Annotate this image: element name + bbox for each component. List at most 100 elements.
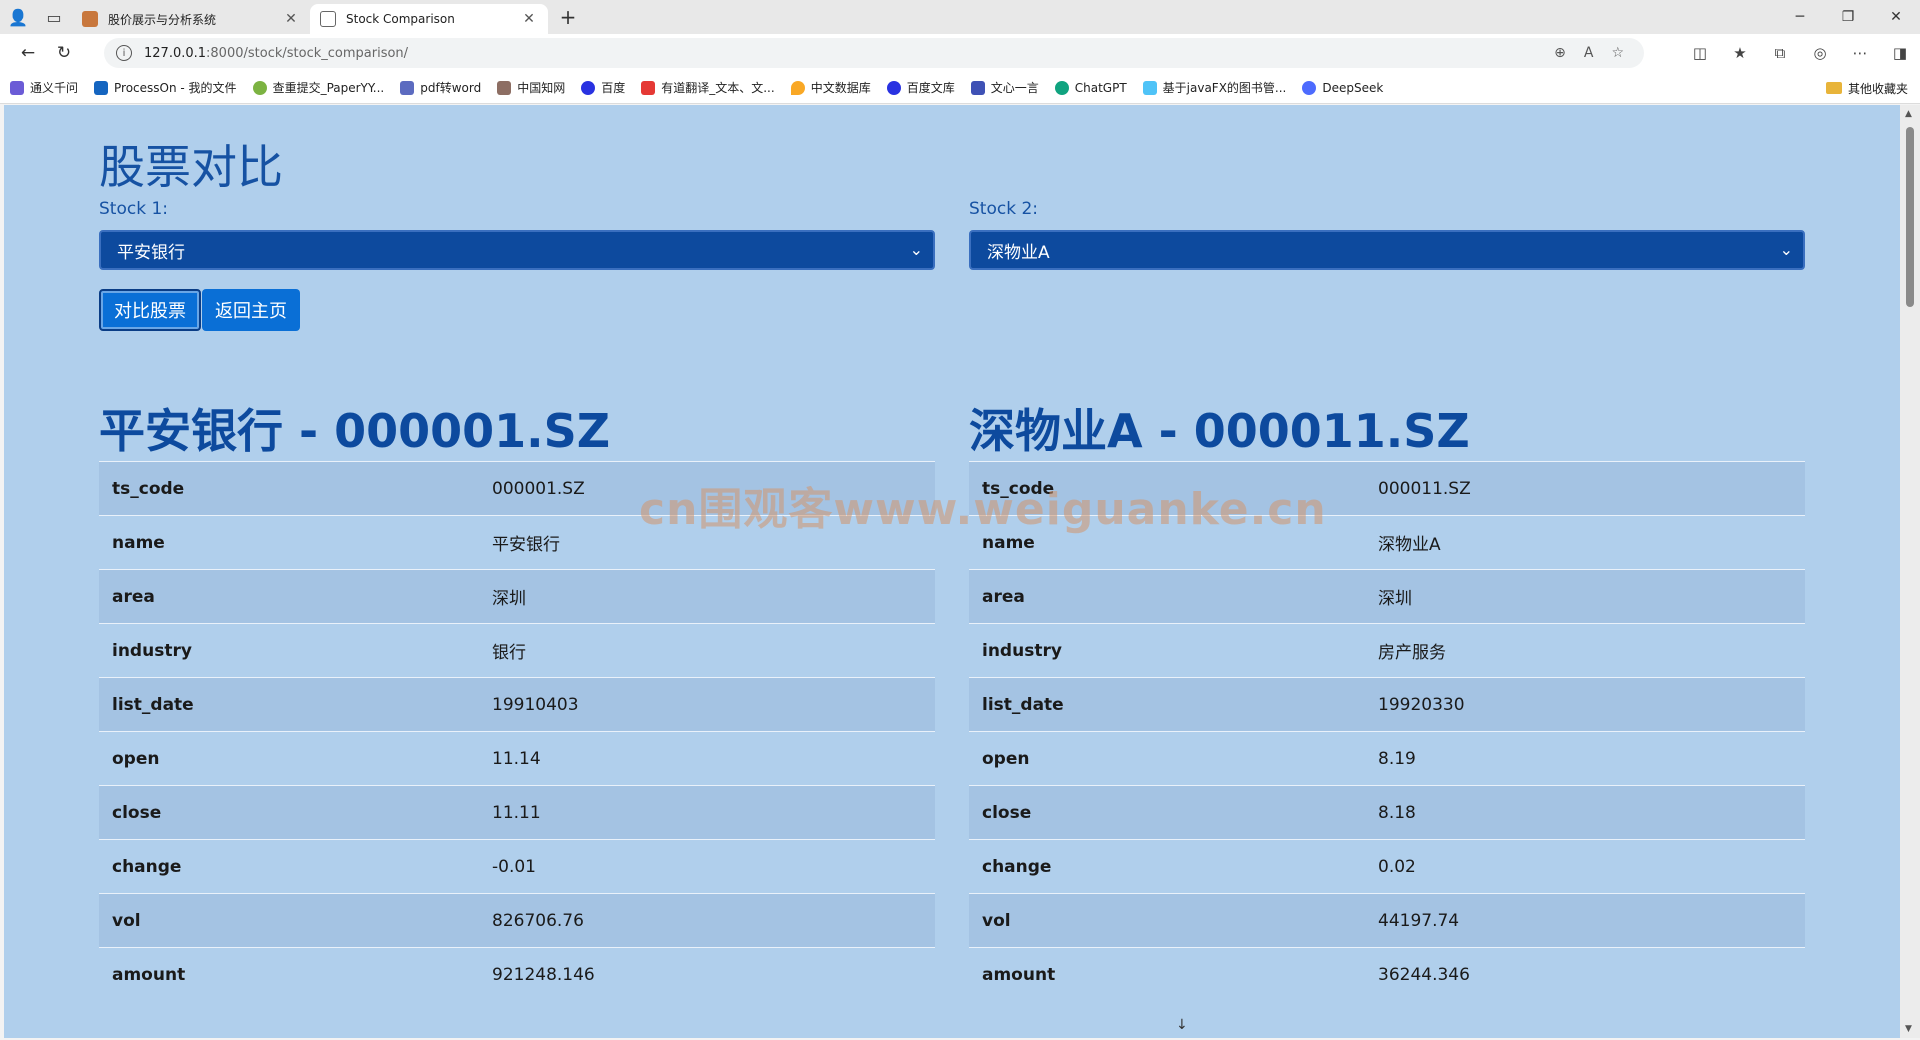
favorites-icon[interactable]: ★ — [1720, 44, 1760, 62]
table-row: amount 36244.346 — [969, 947, 1805, 1002]
bookmark-item[interactable]: 通义千问 — [10, 79, 78, 96]
table-row: change -0.01 — [99, 839, 935, 894]
window-controls: ─ ❐ ✕ — [1776, 0, 1920, 34]
field-key: change — [982, 856, 1052, 877]
scroll-up-icon[interactable]: ▲ — [1905, 109, 1912, 119]
read-aloud-icon[interactable]: A — [1584, 45, 1594, 61]
watermark: cn围观客www.weiguanke.cn — [639, 484, 1327, 535]
stock1-select[interactable]: 平安银行 ⌄ — [99, 230, 935, 270]
scrollbar-thumb[interactable] — [1906, 127, 1914, 307]
sidebar-icon[interactable]: ◨ — [1880, 44, 1920, 62]
back-home-button[interactable]: 返回主页 — [202, 289, 300, 331]
reload-icon[interactable]: ↻ — [46, 36, 82, 70]
close-window-icon[interactable]: ✕ — [1872, 0, 1920, 34]
bookmark-icon — [10, 80, 24, 95]
field-value: 8.19 — [1378, 748, 1416, 769]
url-text: 127.0.0.1:8000/stock/stock_comparison/ — [144, 45, 409, 61]
stock2-table: ts_code 000011.SZ name 深物业A area 深圳 industr… — [969, 461, 1805, 1002]
bookmark-item[interactable]: 有道翻译_文本、文... — [641, 79, 775, 96]
browser-toolbar: ← ↻ i 127.0.0.1:8000/stock/stock_compari… — [0, 34, 1920, 72]
field-key: open — [982, 748, 1030, 769]
bookmark-icon — [970, 80, 985, 95]
stock2-select[interactable]: 深物业A ⌄ — [969, 230, 1805, 270]
scroll-down-icon[interactable]: ▼ — [1905, 1024, 1912, 1034]
other-bookmarks[interactable]: 其他收藏夹 — [1825, 72, 1908, 104]
table-row: list_date 19920330 — [969, 677, 1805, 732]
table-row: close 11.11 — [99, 785, 935, 840]
bookmark-item[interactable]: ProcessOn - 我的文件 — [94, 79, 237, 96]
profile-icon[interactable]: 👤 — [0, 0, 36, 34]
tab-actions-icon[interactable]: ▭ — [36, 0, 72, 34]
tab-stock-comparison[interactable]: Stock Comparison ✕ — [310, 4, 548, 34]
page-scrollbar[interactable]: ▲ ▼ — [1900, 105, 1920, 1038]
field-key: change — [112, 856, 182, 877]
close-tab-icon[interactable]: ✕ — [520, 11, 538, 27]
bookmark-item[interactable]: pdf转word — [400, 79, 481, 96]
field-key: close — [112, 802, 162, 823]
table-row: open 8.19 — [969, 731, 1805, 786]
field-key: area — [982, 586, 1025, 607]
bookmark-icon — [886, 80, 901, 95]
field-value: 0.02 — [1378, 856, 1416, 877]
compare-stocks-button[interactable]: 对比股票 — [99, 289, 201, 331]
collections-icon[interactable]: ⧉ — [1760, 44, 1800, 62]
page-title: 股票对比 — [99, 140, 283, 194]
table-row: list_date 19910403 — [99, 677, 935, 732]
split-screen-icon[interactable]: ◫ — [1680, 44, 1720, 62]
bookmark-icon — [790, 80, 805, 95]
stock1-selected-value: 平安银行 — [117, 242, 185, 263]
bookmark-item[interactable]: 文心一言 — [970, 79, 1039, 96]
stock2-label: Stock 2: — [969, 199, 1038, 219]
chevron-down-icon: ⌄ — [909, 240, 923, 259]
bookmark-item[interactable]: 百度文库 — [886, 79, 955, 96]
extensions-icon[interactable]: ◎ — [1800, 44, 1840, 62]
bookmark-icon — [641, 80, 656, 95]
bookmark-item[interactable]: 基于javaFX的图书管... — [1142, 79, 1286, 96]
bookmark-item[interactable]: 中文数据库 — [790, 79, 871, 96]
back-arrow-icon[interactable]: ← — [10, 36, 46, 70]
close-tab-icon[interactable]: ✕ — [282, 11, 300, 27]
favorite-star-icon[interactable]: ☆ — [1611, 45, 1624, 61]
stock1-label: Stock 1: — [99, 199, 168, 219]
field-key: amount — [982, 964, 1056, 985]
stock1-table: ts_code 000001.SZ name 平安银行 area 深圳 industr… — [99, 461, 935, 1002]
field-value: 深圳 — [492, 589, 526, 609]
tab-title: 股价展示与分析系统 — [108, 12, 217, 27]
table-row: industry 房产服务 — [969, 623, 1805, 678]
restore-icon[interactable]: ❐ — [1824, 0, 1872, 34]
field-value: 8.18 — [1378, 802, 1416, 823]
bookmark-icon — [94, 80, 109, 95]
more-menu-icon[interactable]: ⋯ — [1840, 44, 1880, 62]
bookmark-icon — [400, 80, 415, 95]
tab-favicon — [82, 11, 98, 27]
bookmark-item[interactable]: 百度 — [581, 79, 625, 96]
tab-strip: 👤 ▭ 股价展示与分析系统 ✕ Stock Comparison ✕ + ─ ❐… — [0, 0, 1920, 34]
address-bar[interactable]: i 127.0.0.1:8000/stock/stock_comparison/… — [104, 38, 1644, 68]
field-value: 银行 — [492, 643, 526, 663]
bookmark-icon — [581, 80, 596, 95]
field-value: 44197.74 — [1378, 910, 1460, 931]
field-value: 深圳 — [1378, 589, 1412, 609]
minimize-icon[interactable]: ─ — [1776, 0, 1824, 34]
bookmark-item[interactable]: 查重提交_PaperYY... — [252, 79, 384, 96]
field-key: list_date — [112, 694, 194, 715]
tab-stock-system[interactable]: 股价展示与分析系统 ✕ — [72, 4, 310, 34]
bookmark-item[interactable]: ChatGPT — [1054, 80, 1127, 95]
field-key: vol — [112, 910, 141, 931]
bookmark-icon — [1302, 80, 1317, 95]
field-key: industry — [982, 640, 1062, 661]
field-value: 11.11 — [492, 802, 541, 823]
scroll-down-arrow-icon: ↓ — [1176, 1017, 1188, 1033]
chevron-down-icon: ⌄ — [1779, 240, 1793, 259]
table-row: amount 921248.146 — [99, 947, 935, 1002]
new-tab-icon[interactable]: + — [552, 1, 584, 33]
field-key: ts_code — [112, 478, 185, 499]
site-info-icon[interactable]: i — [116, 45, 132, 61]
field-value: 19910403 — [492, 694, 579, 715]
zoom-icon[interactable]: ⊕ — [1554, 45, 1566, 61]
bookmark-item[interactable]: DeepSeek — [1302, 80, 1383, 95]
bookmark-icon — [497, 80, 512, 95]
bookmark-icon — [1142, 80, 1157, 95]
page-icon — [320, 11, 336, 27]
bookmark-item[interactable]: 中国知网 — [497, 79, 565, 96]
